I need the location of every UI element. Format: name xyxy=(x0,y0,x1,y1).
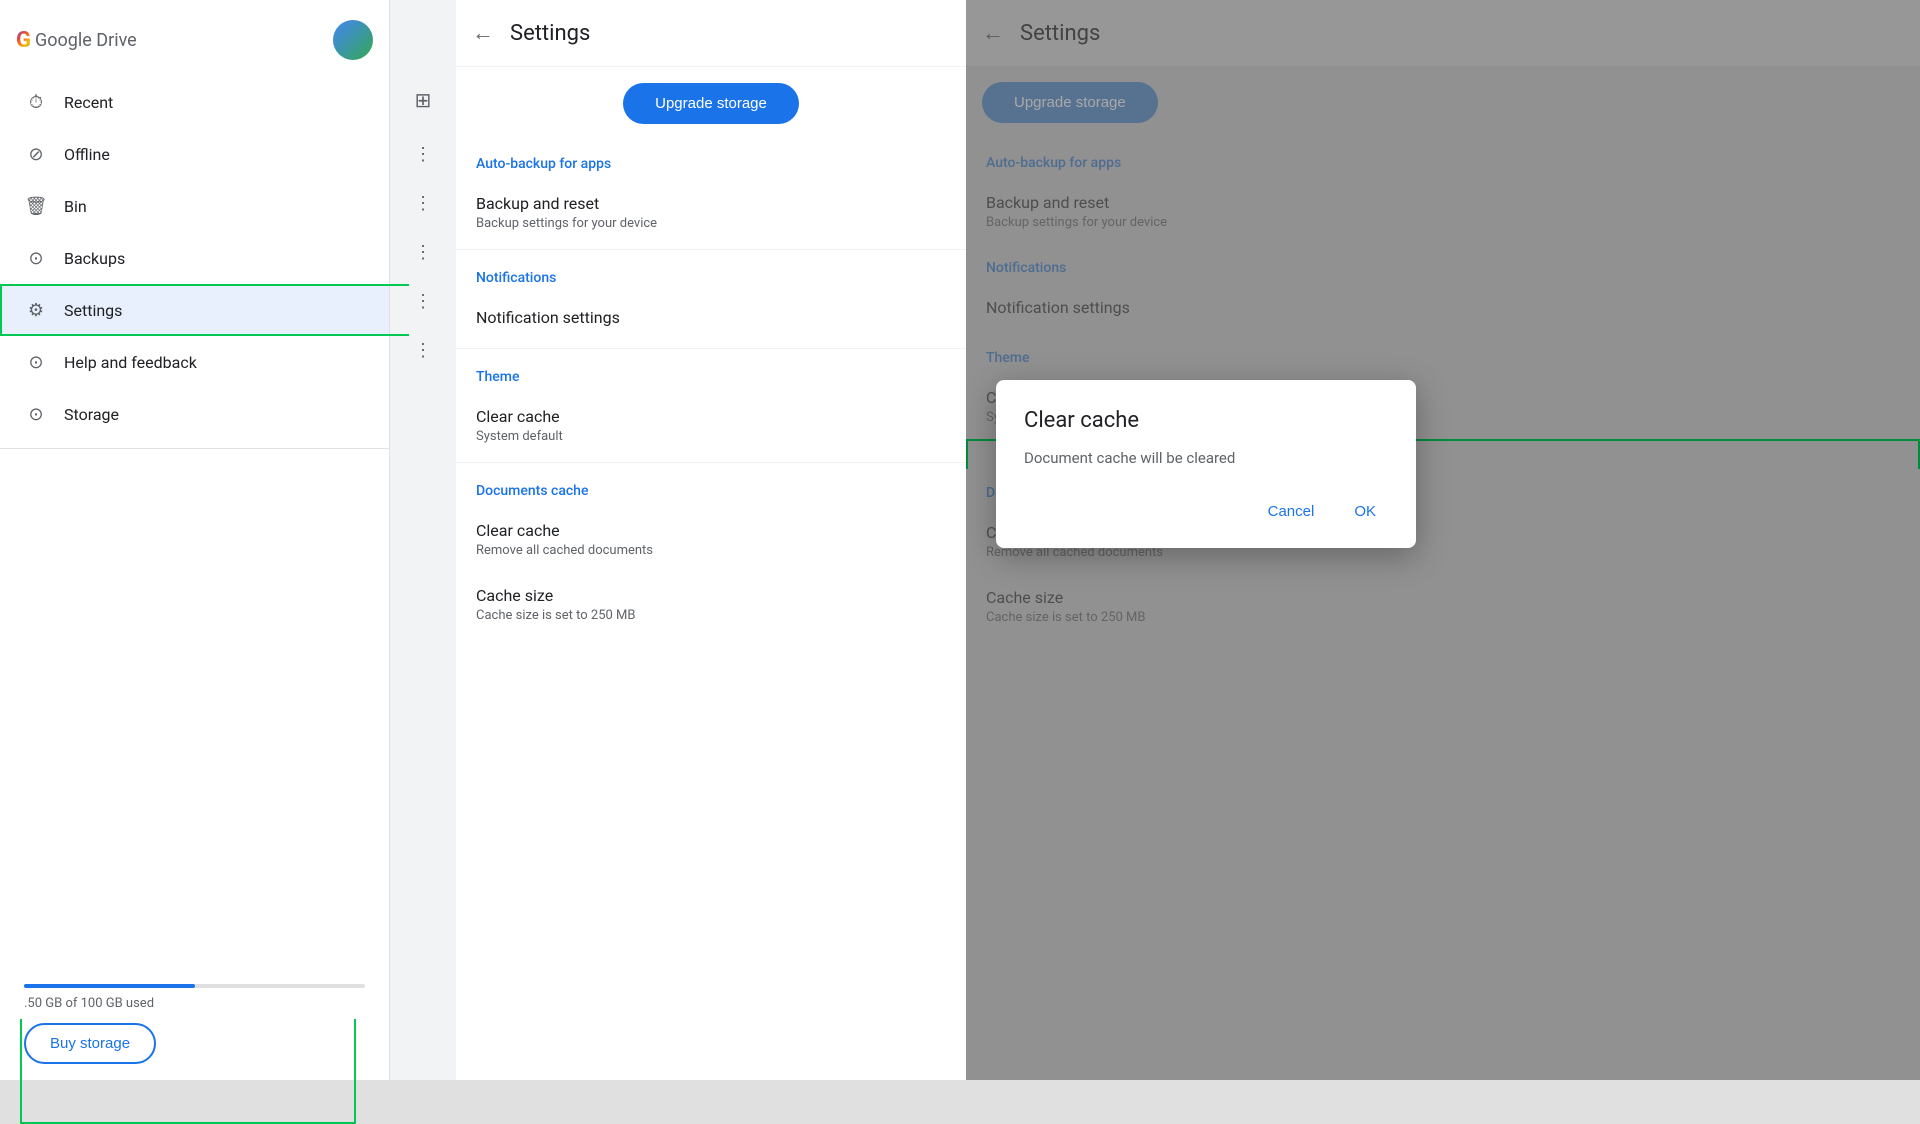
settings-panel-header: ← Settings xyxy=(456,0,966,67)
help-icon: ⊙ xyxy=(24,350,48,374)
clear-cache-dialog: Clear cache Document cache will be clear… xyxy=(996,380,1416,548)
sidebar-item-offline[interactable]: ⊘ Offline xyxy=(0,128,389,180)
logo-g: G xyxy=(16,28,31,53)
settings-divider xyxy=(456,348,966,349)
buy-storage-button[interactable]: Buy storage xyxy=(24,1023,156,1064)
sidebar: G Google Drive ⏱ Recent ⊘ Offline 🗑 Bin … xyxy=(0,0,390,1080)
sidebar-item-label: Storage xyxy=(64,405,119,424)
settings-panel-title: Settings xyxy=(510,21,590,46)
settings-item-clear-cache[interactable]: Clear cache Remove all cached documents xyxy=(456,507,966,572)
more-options-icon-1[interactable]: ⋮ xyxy=(406,140,440,169)
section-label-docs-cache[interactable]: Documents cache xyxy=(456,467,966,507)
avatar[interactable] xyxy=(333,20,373,60)
logo-drive-text: Google Drive xyxy=(35,30,137,51)
settings-item-title: Backup and reset xyxy=(476,194,946,213)
dialog-buttons: Cancel OK xyxy=(1024,495,1388,528)
settings-item-title: Clear cache xyxy=(476,521,946,540)
bin-icon: 🗑 xyxy=(24,194,48,218)
dialog-title: Clear cache xyxy=(1024,408,1388,433)
storage-used-text: .50 GB of 100 GB used xyxy=(24,996,365,1011)
settings-item-title: Clear cache xyxy=(476,407,946,426)
settings-divider xyxy=(456,462,966,463)
settings-item-subtitle: Remove all cached documents xyxy=(476,543,946,558)
grid-icon[interactable]: ⊞ xyxy=(407,80,440,120)
sidebar-item-settings[interactable]: ⚙ Settings xyxy=(0,284,389,336)
more-options-icon-3[interactable]: ⋮ xyxy=(406,238,440,267)
storage-bar-container xyxy=(24,984,365,988)
middle-strip: ⊞ ⋮ ⋮ ⋮ ⋮ ⋮ xyxy=(390,0,456,1080)
settings-item-cache-size[interactable]: Cache size Cache size is set to 250 MB xyxy=(456,572,966,637)
more-options-icon-2[interactable]: ⋮ xyxy=(406,189,440,218)
section-label-notifications[interactable]: Notifications xyxy=(456,254,966,294)
sidebar-item-storage[interactable]: ⊙ Storage xyxy=(0,388,389,440)
storage-icon: ⊙ xyxy=(24,402,48,426)
settings-item-backup-reset[interactable]: Backup and reset Backup settings for you… xyxy=(456,180,966,245)
sidebar-item-help[interactable]: ⊙ Help and feedback xyxy=(0,336,389,388)
section-label-theme[interactable]: Theme xyxy=(456,353,966,393)
dialog-cancel-button[interactable]: Cancel xyxy=(1256,495,1327,528)
dialog-overlay[interactable]: Clear cache Document cache will be clear… xyxy=(966,0,1920,1080)
settings-item-theme[interactable]: Clear cache System default xyxy=(456,393,966,458)
settings-item-notifications[interactable]: Notification settings xyxy=(456,294,966,344)
more-options-icon-5[interactable]: ⋮ xyxy=(406,336,440,365)
sidebar-item-label: Settings xyxy=(64,301,122,320)
sidebar-item-backups[interactable]: ⊙ Backups xyxy=(0,232,389,284)
sidebar-header: G Google Drive xyxy=(0,0,389,76)
dialog-ok-button[interactable]: OK xyxy=(1342,495,1388,528)
google-logo: G Google Drive xyxy=(16,28,137,53)
upgrade-storage-button[interactable]: Upgrade storage xyxy=(623,83,799,124)
settings-item-subtitle: Backup settings for your device xyxy=(476,216,946,231)
settings-icon: ⚙ xyxy=(24,298,48,322)
settings-divider xyxy=(456,249,966,250)
settings-highlight-box xyxy=(0,284,409,336)
storage-section: .50 GB of 100 GB used Buy storage xyxy=(0,968,389,1080)
backups-icon: ⊙ xyxy=(24,246,48,270)
recent-icon: ⏱ xyxy=(24,90,48,114)
buy-storage-wrapper: Buy storage xyxy=(24,1023,156,1064)
settings-item-subtitle: Cache size is set to 250 MB xyxy=(476,608,946,623)
sidebar-divider xyxy=(0,448,389,449)
sidebar-item-recent[interactable]: ⏱ Recent xyxy=(0,76,389,128)
sidebar-item-bin[interactable]: 🗑 Bin xyxy=(0,180,389,232)
sidebar-item-label: Backups xyxy=(64,249,125,268)
settings-back-button[interactable]: ← xyxy=(472,20,494,46)
sidebar-item-label: Bin xyxy=(64,197,87,216)
right-panel: ← Settings Upgrade storage Auto-backup f… xyxy=(966,0,1920,1080)
settings-item-title: Cache size xyxy=(476,586,946,605)
storage-bar-fill xyxy=(24,984,195,988)
settings-panel: ← Settings Upgrade storage Auto-backup f… xyxy=(456,0,966,1080)
dialog-message: Document cache will be cleared xyxy=(1024,449,1388,467)
offline-icon: ⊘ xyxy=(24,142,48,166)
settings-item-subtitle: System default xyxy=(476,429,946,444)
sidebar-item-label: Help and feedback xyxy=(64,353,197,372)
section-label-autobackup[interactable]: Auto-backup for apps xyxy=(456,140,966,180)
sidebar-item-label: Offline xyxy=(64,145,110,164)
settings-item-title: Notification settings xyxy=(476,308,946,327)
sidebar-item-label: Recent xyxy=(64,93,113,112)
more-options-icon-4[interactable]: ⋮ xyxy=(406,287,440,316)
